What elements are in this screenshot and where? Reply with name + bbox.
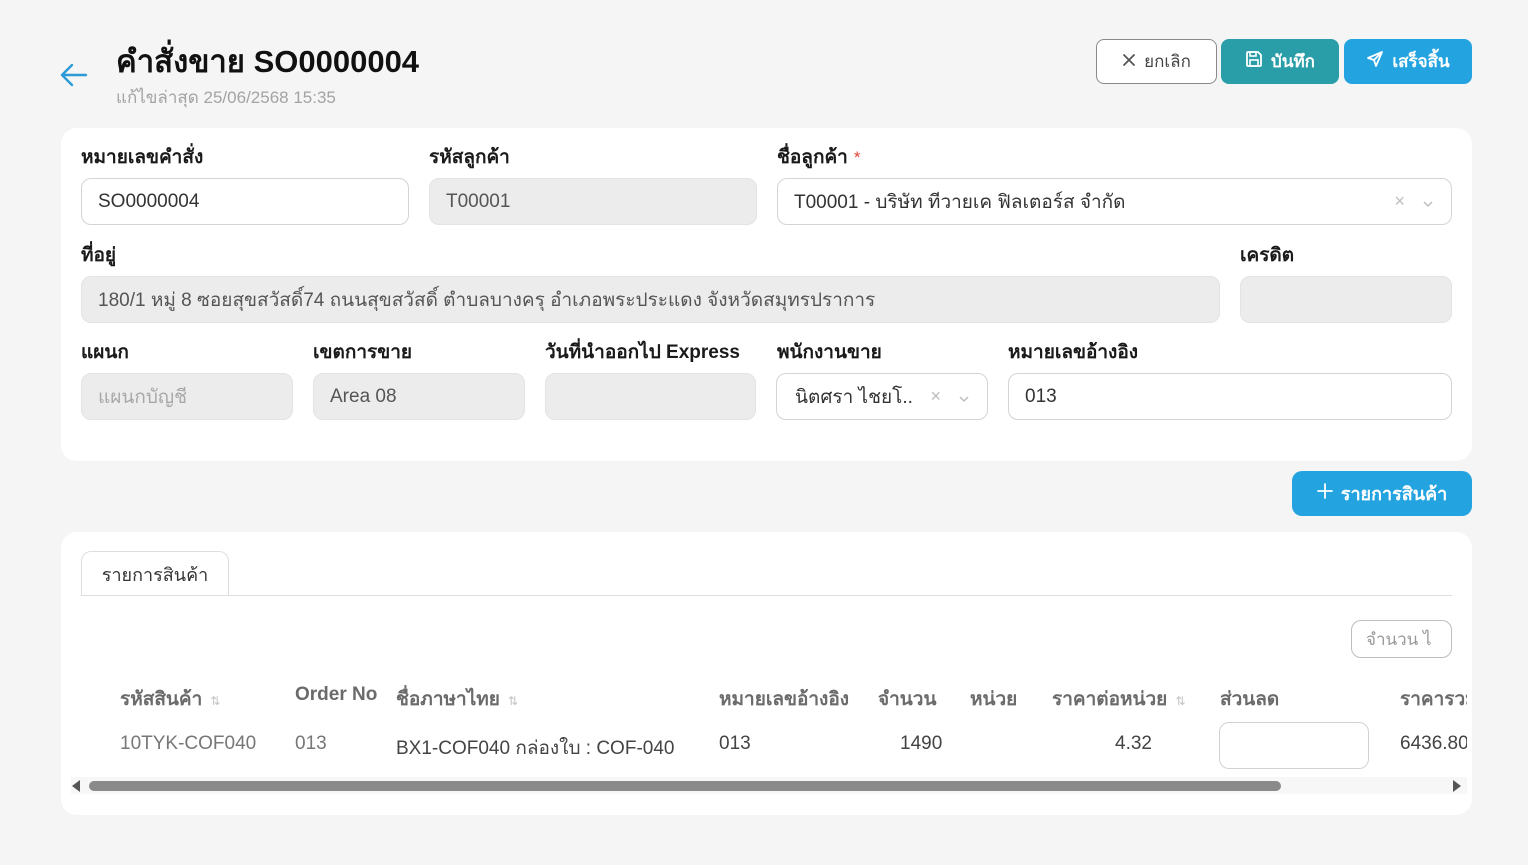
customer-code-field: T00001: [429, 178, 757, 225]
columns-button[interactable]: จำนวน ไ: [1351, 620, 1452, 658]
salesperson-value: นิตศรา ไชยโ..: [795, 386, 913, 408]
column-header-order-no: Order No: [295, 684, 378, 705]
express-date-label: วันที่นำออกไป Express: [545, 342, 741, 363]
close-icon: [1122, 52, 1136, 72]
department-label: แผนก: [81, 342, 129, 363]
save-button[interactable]: บันทึก: [1221, 39, 1339, 84]
column-header-name-th[interactable]: ชื่อภาษาไทย ⇅: [396, 684, 518, 714]
plus-icon: [1316, 483, 1333, 504]
cell-ref-no: 013: [719, 733, 751, 754]
customer-name-label: ชื่อลูกค้า *: [777, 142, 860, 172]
column-header-unit-price[interactable]: ราคาต่อหน่วย ⇅: [1052, 684, 1185, 714]
column-header-total: ราคารวม: [1400, 689, 1467, 710]
cell-order-no: 013: [295, 733, 327, 754]
column-header-unit: หน่วย: [970, 689, 1018, 710]
cancel-button[interactable]: ยกเลิก: [1096, 39, 1217, 84]
items-card: [61, 532, 1472, 815]
add-item-button[interactable]: รายการสินค้า: [1292, 471, 1472, 516]
page-title: คำสั่งขาย SO0000004: [116, 44, 420, 79]
customer-name-value: T00001 - บริษัท ทีวายเค ฟิลเตอร์ส จำกัด: [794, 191, 1126, 213]
cell-total: 6436.80: [1400, 733, 1467, 754]
express-date-field: [545, 373, 756, 420]
discount-input[interactable]: [1219, 722, 1369, 769]
salesperson-label: พนักงานขาย: [777, 342, 882, 363]
finish-label: เสร็จสิ้น: [1392, 52, 1450, 71]
scroll-right-icon[interactable]: [1453, 780, 1461, 792]
scrollbar-thumb[interactable]: [89, 781, 1281, 791]
tab-divider: [81, 595, 1452, 596]
send-icon: [1366, 50, 1384, 73]
column-header-qty: จำนวน: [878, 689, 937, 710]
column-header-code[interactable]: รหัสสินค้า ⇅: [120, 684, 220, 714]
last-edited-text: แก้ไขล่าสุด 25/06/2568 15:35: [116, 88, 336, 107]
sort-icon[interactable]: ⇅: [210, 694, 220, 708]
save-label: บันทึก: [1271, 52, 1315, 71]
clear-icon[interactable]: ×: [1394, 191, 1405, 212]
customer-name-label-text: ชื่อลูกค้า: [777, 147, 848, 168]
sort-icon[interactable]: ⇅: [1175, 694, 1185, 708]
tab-items[interactable]: รายการสินค้า: [81, 551, 229, 596]
cell-qty: 1490: [900, 733, 943, 754]
order-no-label: หมายเลขคำสั่ง: [81, 147, 204, 168]
department-field: แผนกบัญชี: [81, 373, 293, 420]
credit-field: [1240, 276, 1452, 323]
salesperson-select[interactable]: นิตศรา ไชยโ.. ×: [776, 373, 988, 420]
cell-name-th: BX1-COF040 กล่องใบ : COF-040: [396, 738, 675, 759]
customer-code-label: รหัสลูกค้า: [429, 147, 510, 168]
order-no-field[interactable]: SO0000004: [81, 178, 409, 225]
scroll-left-icon[interactable]: [72, 780, 80, 792]
header-label: รหัสสินค้า: [120, 689, 203, 710]
cell-code: 10TYK-COF040: [120, 733, 257, 754]
header-label: ราคาต่อหน่วย: [1052, 689, 1168, 710]
add-item-label: รายการสินค้า: [1340, 484, 1448, 504]
cell-unit-price: 4.32: [1115, 733, 1152, 754]
reference-no-field[interactable]: 013: [1008, 373, 1452, 420]
back-arrow-icon[interactable]: [60, 62, 88, 88]
customer-name-select[interactable]: T00001 - บริษัท ทีวายเค ฟิลเตอร์ส จำกัด …: [777, 178, 1452, 225]
chevron-down-icon: [957, 390, 971, 404]
clear-icon[interactable]: ×: [930, 386, 941, 407]
cancel-label: ยกเลิก: [1144, 52, 1191, 71]
address-label: ที่อยู่: [81, 245, 117, 266]
address-field: 180/1 หมู่ 8 ซอยสุขสวัสดิ์74 ถนนสุขสวัสด…: [81, 276, 1220, 323]
sales-area-field: Area 08: [313, 373, 525, 420]
reference-no-label: หมายเลขอ้างอิง: [1008, 342, 1139, 363]
sort-icon[interactable]: ⇅: [508, 694, 518, 708]
header-label: ชื่อภาษาไทย: [396, 689, 500, 710]
column-header-ref-no: หมายเลขอ้างอิง: [719, 689, 850, 710]
column-header-discount: ส่วนลด: [1220, 689, 1280, 710]
credit-label: เครดิต: [1240, 245, 1295, 266]
required-mark: *: [853, 148, 861, 167]
finish-button[interactable]: เสร็จสิ้น: [1344, 39, 1472, 84]
floppy-disk-icon: [1245, 50, 1263, 73]
chevron-down-icon: [1421, 195, 1435, 209]
sales-area-label: เขตการขาย: [313, 342, 412, 363]
